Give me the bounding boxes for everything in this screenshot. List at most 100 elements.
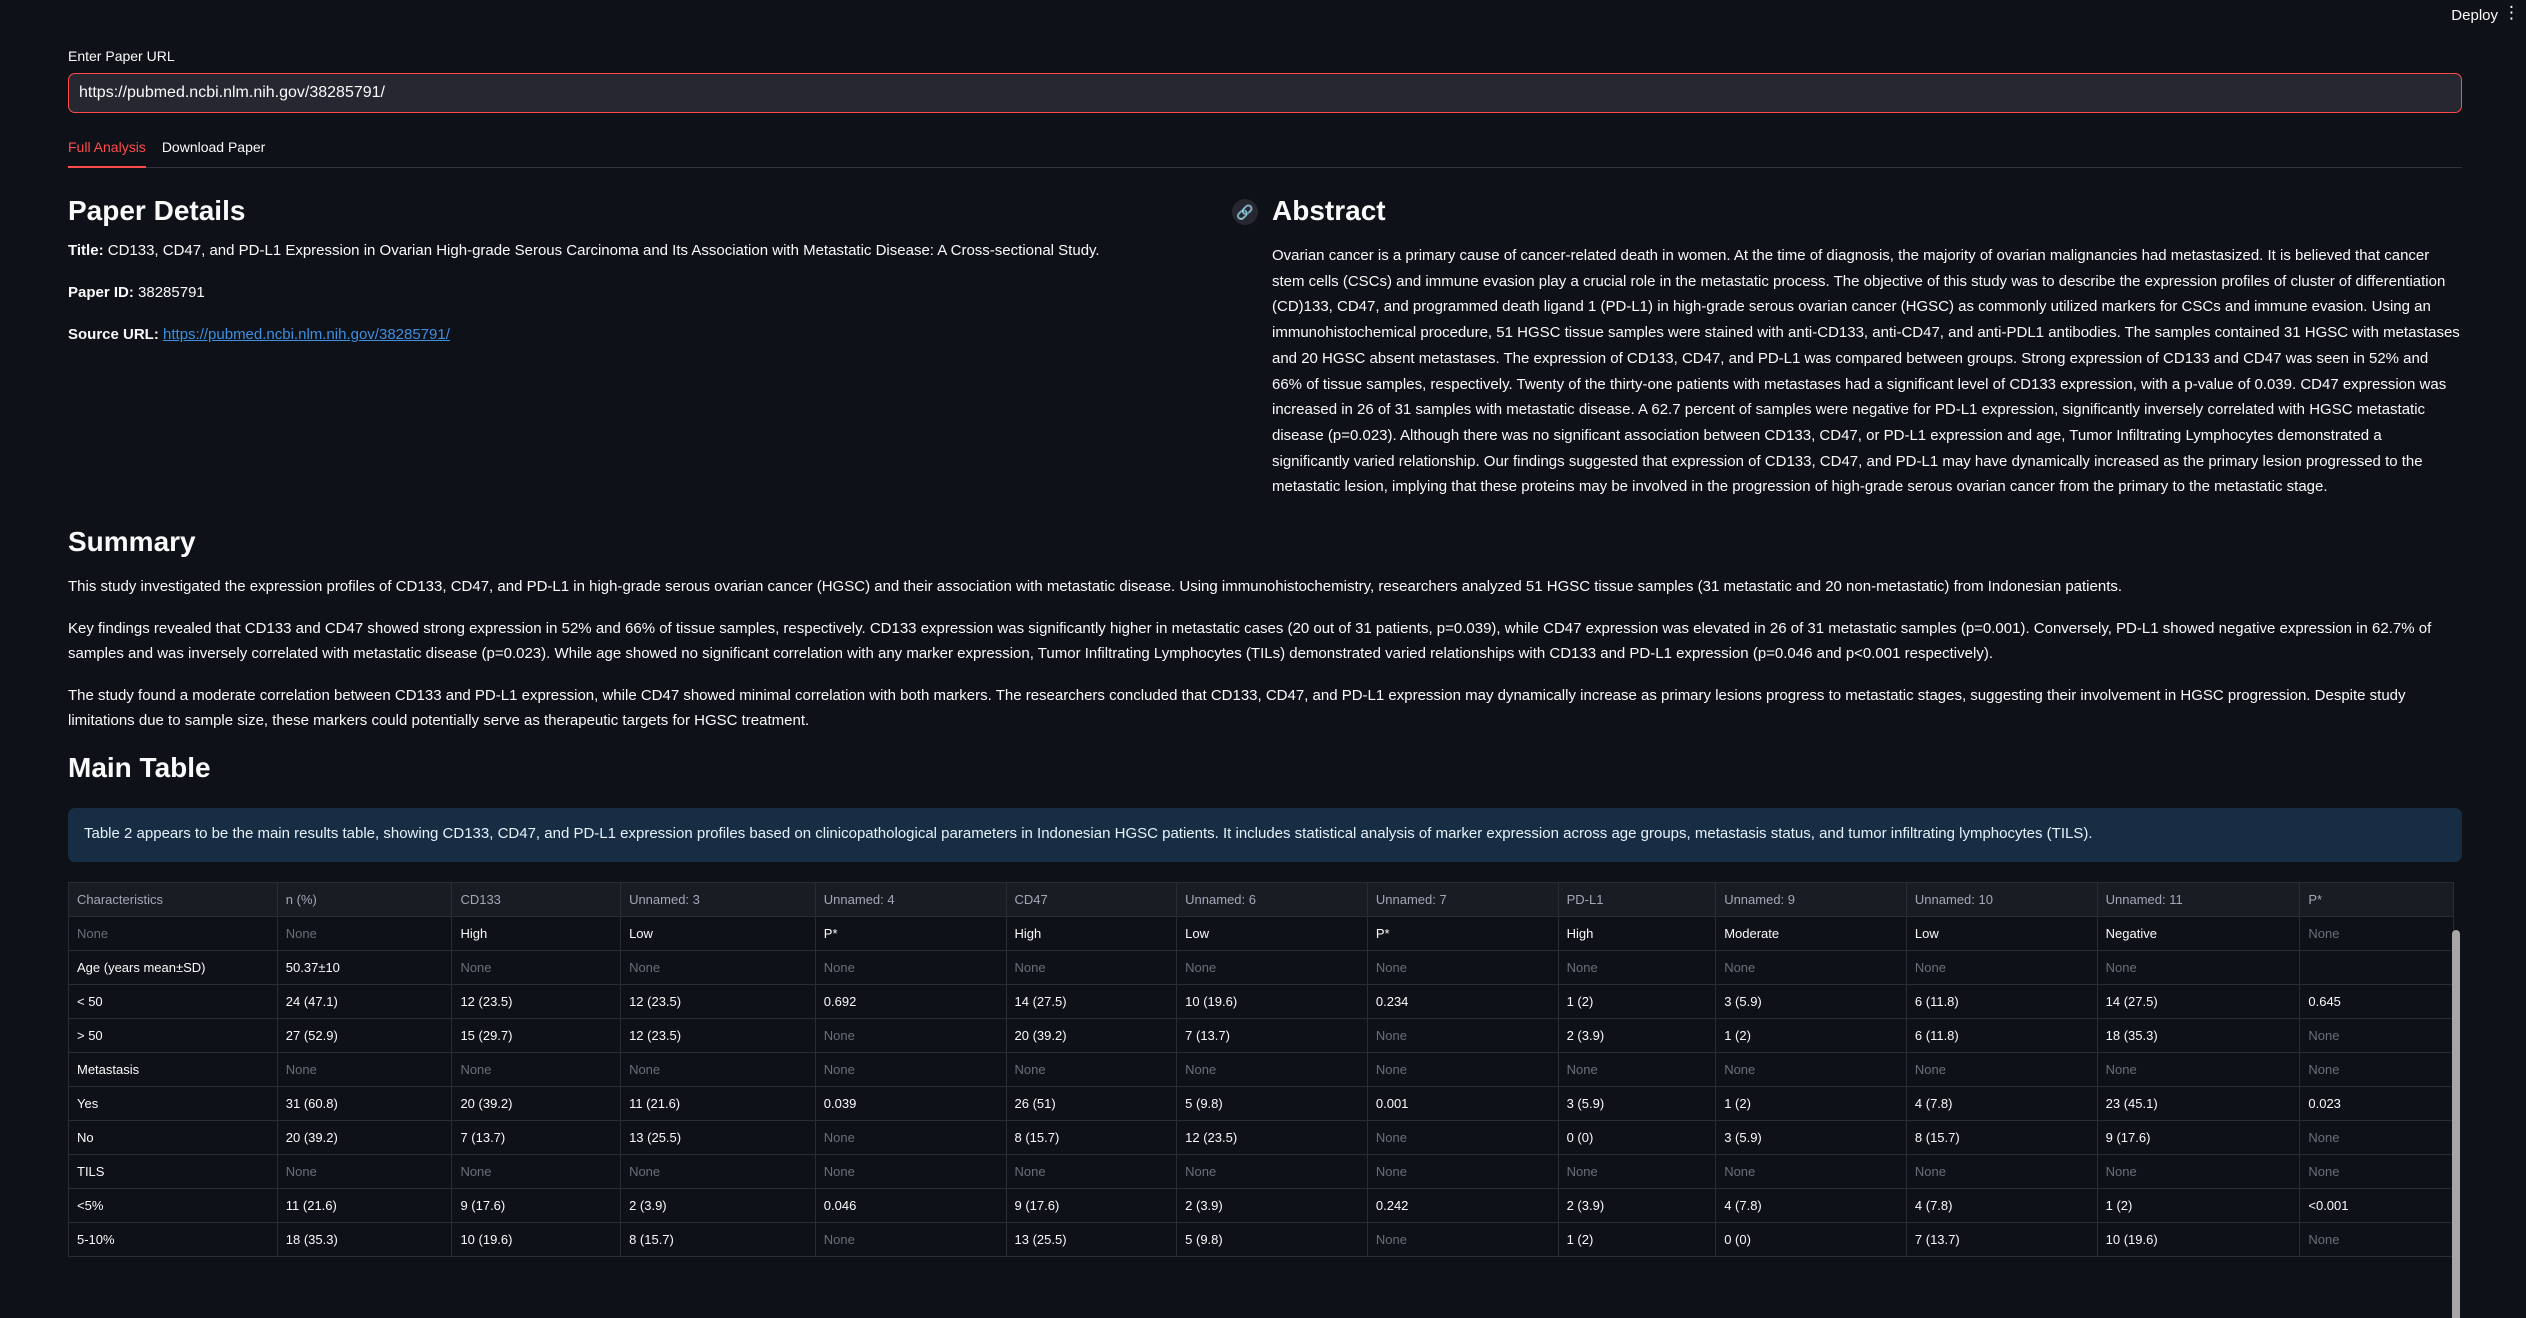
main-data-table[interactable]: Characteristics n (%) CD133 Unnamed: 3 Unnam… xyxy=(68,882,2462,1318)
table-cell[interactable]: None xyxy=(1176,950,1368,985)
table-cell[interactable]: 4 (7.8) xyxy=(1715,1188,1907,1223)
table-cell[interactable]: 0.039 xyxy=(814,1086,1007,1121)
paper-url-input[interactable] xyxy=(68,73,2462,113)
table-cell[interactable]: 8 (15.7) xyxy=(620,1222,816,1257)
anchor-link-icon[interactable]: 🔗 xyxy=(1232,199,1258,225)
table-cell[interactable]: None xyxy=(276,1052,453,1087)
table-cell[interactable]: 13 (25.5) xyxy=(1005,1222,1178,1257)
table-cell[interactable]: 3 (5.9) xyxy=(1715,984,1907,1019)
table-cell[interactable]: 0.046 xyxy=(814,1188,1007,1223)
table-cell[interactable]: 20 (39.2) xyxy=(276,1120,453,1155)
table-cell[interactable]: 31 (60.8) xyxy=(276,1086,453,1121)
table-cell[interactable]: 0.023 xyxy=(2299,1086,2454,1121)
table-cell[interactable] xyxy=(2299,950,2454,985)
table-cell[interactable]: 18 (35.3) xyxy=(2096,1018,2301,1053)
source-url-link[interactable]: https://pubmed.ncbi.nlm.nih.gov/38285791… xyxy=(163,326,450,343)
table-cell[interactable]: None xyxy=(1905,1052,2098,1087)
table-cell[interactable]: None xyxy=(1366,1018,1559,1053)
tab-full-analysis[interactable]: Full Analysis xyxy=(68,133,146,168)
table-cell[interactable]: None xyxy=(1557,1154,1717,1189)
table-cell[interactable]: Metastasis xyxy=(68,1052,278,1087)
table-cell[interactable]: None xyxy=(2299,1222,2454,1257)
table-cell[interactable]: 0 (0) xyxy=(1715,1222,1907,1257)
table-cell[interactable]: 9 (17.6) xyxy=(451,1188,622,1223)
table-cell[interactable]: None xyxy=(1005,950,1178,985)
table-cell[interactable]: Negative xyxy=(2096,916,2301,951)
table-cell[interactable]: 12 (23.5) xyxy=(620,1018,816,1053)
table-cell[interactable]: 5 (9.8) xyxy=(1176,1086,1368,1121)
table-cell[interactable]: None xyxy=(814,1222,1007,1257)
table-cell[interactable]: None xyxy=(1905,1154,2098,1189)
table-cell[interactable]: None xyxy=(2299,1120,2454,1155)
table-cell[interactable]: Age (years mean±SD) xyxy=(68,950,278,985)
table-cell[interactable]: None xyxy=(1366,1052,1559,1087)
table-cell[interactable]: 2 (3.9) xyxy=(1557,1188,1717,1223)
table-cell[interactable]: None xyxy=(1005,1154,1178,1189)
table-cell[interactable]: 0.692 xyxy=(814,984,1007,1019)
table-cell[interactable]: 1 (2) xyxy=(1715,1018,1907,1053)
column-header[interactable]: P* xyxy=(2299,882,2454,917)
table-cell[interactable]: 20 (39.2) xyxy=(1005,1018,1178,1053)
table-cell[interactable]: > 50 xyxy=(68,1018,278,1053)
column-header[interactable]: CD133 xyxy=(451,882,622,917)
table-cell[interactable]: 4 (7.8) xyxy=(1905,1188,2098,1223)
table-cell[interactable]: 12 (23.5) xyxy=(451,984,622,1019)
table-cell[interactable]: <5% xyxy=(68,1188,278,1223)
table-cell[interactable]: None xyxy=(2096,950,2301,985)
table-cell[interactable]: None xyxy=(814,1052,1007,1087)
table-cell[interactable]: High xyxy=(1557,916,1717,951)
table-cell[interactable]: None xyxy=(620,950,816,985)
table-cell[interactable]: 26 (51) xyxy=(1005,1086,1178,1121)
column-header[interactable]: Unnamed: 4 xyxy=(814,882,1007,917)
table-cell[interactable]: 10 (19.6) xyxy=(1176,984,1368,1019)
table-cell[interactable]: Moderate xyxy=(1715,916,1907,951)
table-cell[interactable]: 14 (27.5) xyxy=(1005,984,1178,1019)
table-cell[interactable]: 50.37±10 xyxy=(276,950,453,985)
table-cell[interactable]: None xyxy=(68,916,278,951)
table-cell[interactable]: 11 (21.6) xyxy=(276,1188,453,1223)
column-header[interactable]: CD47 xyxy=(1005,882,1178,917)
table-cell[interactable]: 12 (23.5) xyxy=(1176,1120,1368,1155)
table-cell[interactable]: 5 (9.8) xyxy=(1176,1222,1368,1257)
table-cell[interactable]: P* xyxy=(1366,916,1559,951)
table-cell[interactable]: 13 (25.5) xyxy=(620,1120,816,1155)
table-cell[interactable]: None xyxy=(1557,950,1717,985)
column-header[interactable]: Unnamed: 3 xyxy=(620,882,816,917)
table-cell[interactable]: 0.001 xyxy=(1366,1086,1559,1121)
column-header[interactable]: PD-L1 xyxy=(1557,882,1717,917)
table-cell[interactable]: None xyxy=(276,1154,453,1189)
table-cell[interactable]: 0.242 xyxy=(1366,1188,1559,1223)
table-cell[interactable]: 1 (2) xyxy=(2096,1188,2301,1223)
table-cell[interactable]: 24 (47.1) xyxy=(276,984,453,1019)
table-cell[interactable]: None xyxy=(814,1018,1007,1053)
table-cell[interactable]: 1 (2) xyxy=(1557,1222,1717,1257)
table-cell[interactable]: 10 (19.6) xyxy=(451,1222,622,1257)
table-cell[interactable]: None xyxy=(1715,1052,1907,1087)
table-cell[interactable]: 2 (3.9) xyxy=(620,1188,816,1223)
table-cell[interactable]: None xyxy=(1715,950,1907,985)
table-cell[interactable]: None xyxy=(276,916,453,951)
table-cell[interactable]: 11 (21.6) xyxy=(620,1086,816,1121)
column-header[interactable]: Unnamed: 7 xyxy=(1366,882,1559,917)
table-cell[interactable]: 18 (35.3) xyxy=(276,1222,453,1257)
table-cell[interactable]: None xyxy=(1366,950,1559,985)
table-cell[interactable]: P* xyxy=(814,916,1007,951)
table-cell[interactable]: 6 (11.8) xyxy=(1905,984,2098,1019)
table-cell[interactable]: 2 (3.9) xyxy=(1176,1188,1368,1223)
deploy-button[interactable]: Deploy xyxy=(2451,7,2498,24)
table-cell[interactable]: None xyxy=(1366,1120,1559,1155)
table-cell[interactable]: 20 (39.2) xyxy=(451,1086,622,1121)
table-cell[interactable]: None xyxy=(1366,1154,1559,1189)
tab-download-paper[interactable]: Download Paper xyxy=(162,133,266,167)
table-cell[interactable]: 5-10% xyxy=(68,1222,278,1257)
column-header[interactable]: Unnamed: 11 xyxy=(2096,882,2301,917)
table-cell[interactable]: 12 (23.5) xyxy=(620,984,816,1019)
table-cell[interactable]: None xyxy=(814,1120,1007,1155)
table-cell[interactable]: 2 (3.9) xyxy=(1557,1018,1717,1053)
table-cell[interactable]: 10 (19.6) xyxy=(2096,1222,2301,1257)
table-cell[interactable]: Low xyxy=(1176,916,1368,951)
table-cell[interactable]: 0.645 xyxy=(2299,984,2454,1019)
column-header[interactable]: Unnamed: 6 xyxy=(1176,882,1368,917)
table-cell[interactable]: 4 (7.8) xyxy=(1905,1086,2098,1121)
table-cell[interactable]: <0.001 xyxy=(2299,1188,2454,1223)
